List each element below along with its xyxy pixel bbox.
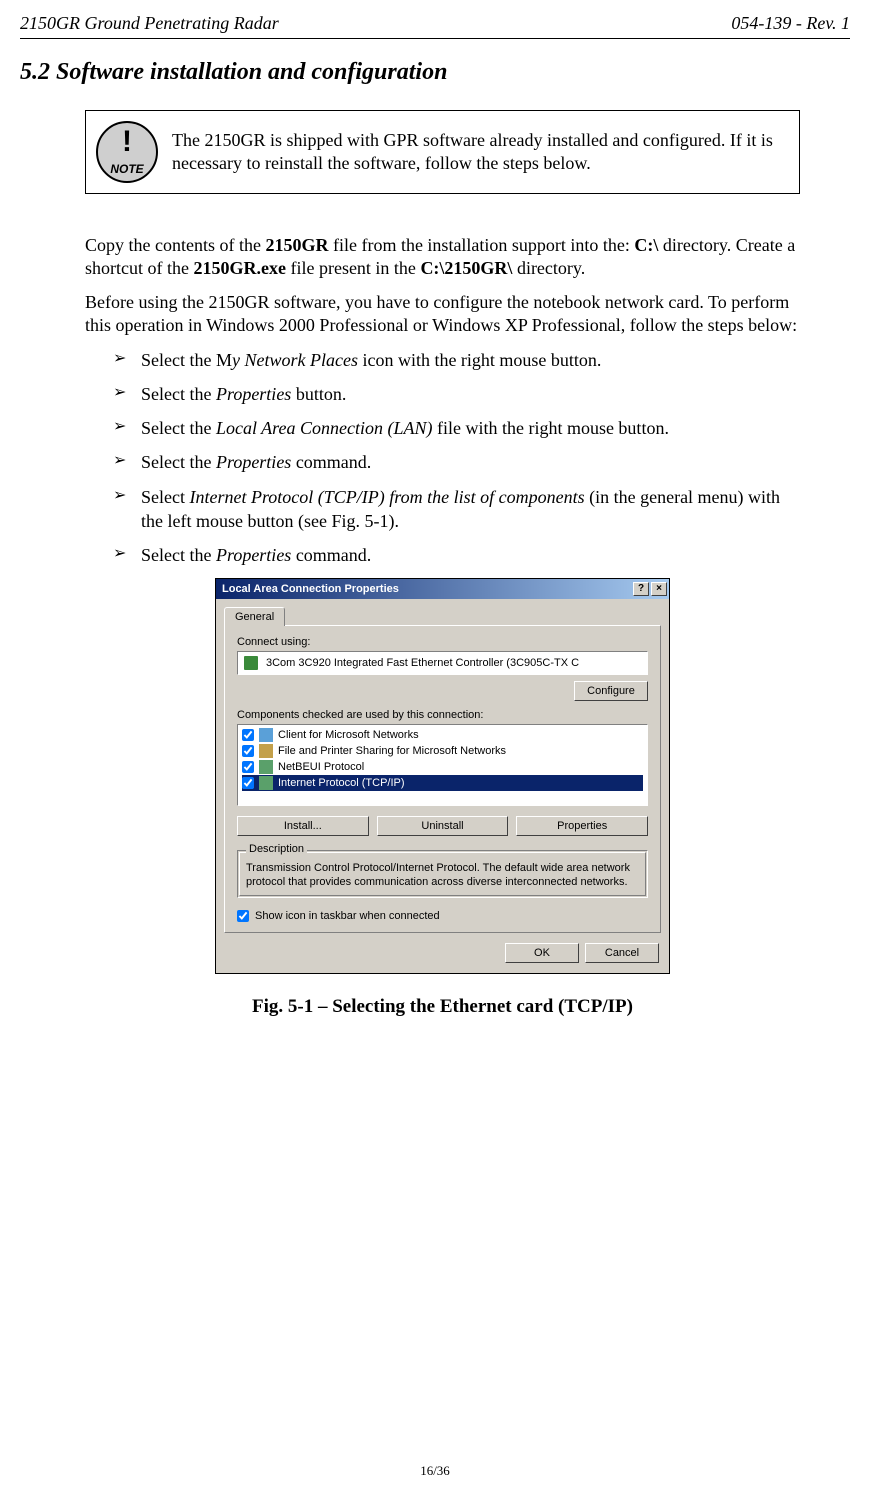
header-rule bbox=[20, 38, 850, 39]
description-legend: Description bbox=[246, 843, 307, 855]
install-button[interactable]: Install... bbox=[237, 816, 369, 836]
connect-using-label: Connect using: bbox=[237, 636, 648, 648]
component-row-fileprint[interactable]: File and Printer Sharing for Microsoft N… bbox=[242, 743, 643, 759]
page-header: 2150GR Ground Penetrating Radar 054-139 … bbox=[20, 13, 850, 34]
figure-caption: Fig. 5-1 – Selecting the Ethernet card (… bbox=[85, 996, 800, 1018]
configure-button[interactable]: Configure bbox=[574, 681, 648, 701]
description-text: Transmission Control Protocol/Internet P… bbox=[246, 861, 639, 890]
checkbox-fileprint[interactable] bbox=[242, 745, 254, 757]
cancel-button[interactable]: Cancel bbox=[585, 943, 659, 963]
ok-button[interactable]: OK bbox=[505, 943, 579, 963]
components-label: Components checked are used by this conn… bbox=[237, 709, 648, 721]
tcpip-icon bbox=[259, 776, 273, 790]
note-label: NOTE bbox=[98, 162, 156, 176]
step-4: Select the Properties command. bbox=[113, 450, 800, 474]
show-icon-label: Show icon in taskbar when connected bbox=[255, 910, 440, 922]
components-list[interactable]: Client for Microsoft Networks File and P… bbox=[237, 724, 648, 806]
component-row-netbeui[interactable]: NetBEUI Protocol bbox=[242, 759, 643, 775]
help-button[interactable]: ? bbox=[633, 582, 649, 596]
step-3: Select the Local Area Connection (LAN) f… bbox=[113, 416, 800, 440]
adapter-field[interactable]: 3Com 3C920 Integrated Fast Ethernet Cont… bbox=[237, 651, 648, 675]
checkbox-client[interactable] bbox=[242, 729, 254, 741]
note-text: The 2150GR is shipped with GPR software … bbox=[172, 129, 791, 176]
component-row-tcpip[interactable]: Internet Protocol (TCP/IP) bbox=[242, 775, 643, 791]
lan-properties-dialog: Local Area Connection Properties ? × Gen… bbox=[215, 578, 670, 975]
section-heading: 5.2 Software installation and configurat… bbox=[20, 59, 850, 86]
header-right: 054-139 - Rev. 1 bbox=[731, 13, 850, 34]
dialog-title: Local Area Connection Properties bbox=[222, 583, 399, 595]
adapter-name: 3Com 3C920 Integrated Fast Ethernet Cont… bbox=[266, 657, 579, 669]
share-icon bbox=[259, 744, 273, 758]
properties-button[interactable]: Properties bbox=[516, 816, 648, 836]
step-1: Select the My Network Places icon with t… bbox=[113, 348, 800, 372]
checkbox-tcpip[interactable] bbox=[242, 777, 254, 789]
step-5: Select Internet Protocol (TCP/IP) from t… bbox=[113, 485, 800, 534]
note-icon: ! NOTE bbox=[96, 121, 158, 183]
show-icon-row[interactable]: Show icon in taskbar when connected bbox=[237, 910, 648, 922]
checkbox-netbeui[interactable] bbox=[242, 761, 254, 773]
tab-panel-general: Connect using: 3Com 3C920 Integrated Fas… bbox=[224, 625, 661, 934]
steps-list: Select the My Network Places icon with t… bbox=[85, 348, 800, 568]
description-group: Description Transmission Control Protoco… bbox=[237, 850, 648, 899]
adapter-icon bbox=[244, 656, 258, 670]
uninstall-button[interactable]: Uninstall bbox=[377, 816, 509, 836]
client-icon bbox=[259, 728, 273, 742]
dialog-titlebar[interactable]: Local Area Connection Properties ? × bbox=[216, 579, 669, 599]
note-callout: ! NOTE The 2150GR is shipped with GPR so… bbox=[85, 110, 800, 194]
tab-general[interactable]: General bbox=[224, 607, 285, 626]
step-2: Select the Properties button. bbox=[113, 382, 800, 406]
step-6: Select the Properties command. bbox=[113, 543, 800, 567]
show-icon-checkbox[interactable] bbox=[237, 910, 249, 922]
paragraph-copy: Copy the contents of the 2150GR file fro… bbox=[85, 234, 800, 281]
close-button[interactable]: × bbox=[651, 582, 667, 596]
page-number: 16/36 bbox=[0, 1463, 870, 1479]
exclamation-icon: ! bbox=[98, 125, 156, 159]
paragraph-before: Before using the 2150GR software, you ha… bbox=[85, 291, 800, 338]
protocol-icon bbox=[259, 760, 273, 774]
component-row-client[interactable]: Client for Microsoft Networks bbox=[242, 727, 643, 743]
header-left: 2150GR Ground Penetrating Radar bbox=[20, 13, 279, 34]
